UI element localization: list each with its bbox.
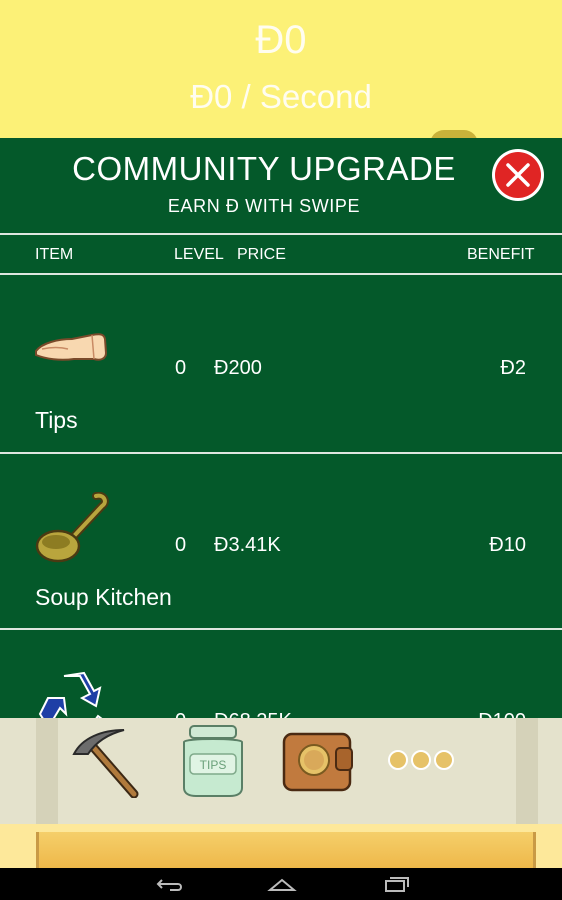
bottom-toolbar: TIPS [0,718,562,824]
item-name: Soup Kitchen [35,584,172,610]
column-header-benefit: BENEFIT [467,246,535,263]
jar-edge-right [516,718,538,824]
item-price: Đ200 [214,357,262,379]
panel-title: COMMUNITY UPGRADE [72,150,456,187]
item-name: Tips [35,407,78,433]
hand-icon [34,315,110,391]
rate-display: Đ0 / Second [190,78,372,115]
column-header-item: ITEM [35,246,74,263]
wallet-icon[interactable] [280,724,354,798]
close-icon [495,152,541,198]
tips-jar-icon[interactable]: TIPS [176,724,250,798]
back-icon[interactable] [148,872,188,896]
column-header-price: PRICE [237,246,286,263]
more-icon[interactable] [384,724,458,798]
jar-fill [36,832,536,868]
item-benefit: Đ10 [489,534,526,556]
community-upgrade-panel: COMMUNITY UPGRADE EARN Đ WITH SWIPE ITEM… [0,138,562,718]
recents-icon[interactable] [376,872,416,896]
upgrade-row-soup-kitchen[interactable]: 0 Đ3.41K Đ10 Soup Kitchen [0,452,562,628]
panel-subtitle: EARN Đ WITH SWIPE [167,196,361,216]
item-benefit: Đ100 [478,710,526,718]
counter-area: Đ0 Đ0 / Second [0,0,562,144]
item-level: 0 [175,710,186,718]
item-level: 0 [175,534,187,556]
column-header-level: LEVEL [174,246,224,263]
divider [0,233,562,235]
balance-display: Đ0 [255,18,307,62]
item-price: Đ68.25K [214,710,292,718]
close-button[interactable] [492,149,544,201]
item-level: 0 [175,357,187,379]
item-price: Đ3.41K [214,534,281,556]
item-benefit: Đ2 [500,357,526,379]
jar-edge-left [36,718,58,824]
upgrade-row-recycling[interactable]: 0 Đ68.25K Đ100 [0,628,562,718]
jar-base [0,824,562,868]
system-nav-bar [0,868,562,900]
home-icon[interactable] [262,872,302,896]
pickaxe-icon[interactable] [68,724,142,799]
recycle-icon [34,668,110,718]
upgrade-row-tips[interactable]: 0 Đ200 Đ2 Tips [0,275,562,451]
jar-label: TIPS [200,758,227,772]
ladle-icon [34,491,110,568]
